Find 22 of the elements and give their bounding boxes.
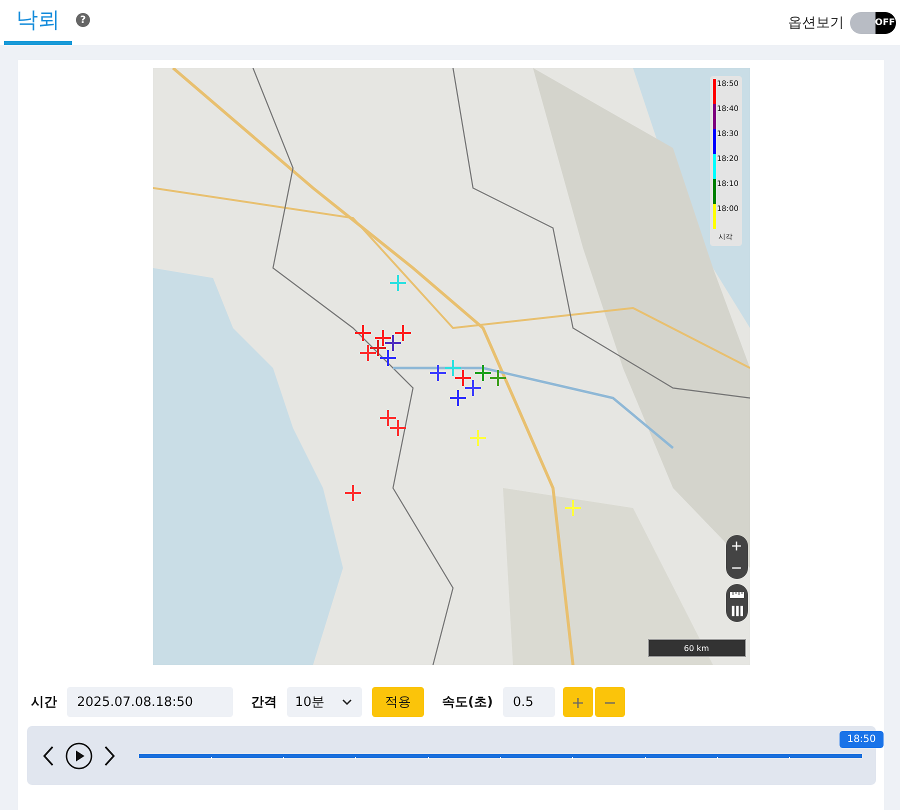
ruler-icon[interactable]: [728, 589, 744, 601]
play-icon[interactable]: [64, 742, 92, 770]
apply-button[interactable]: 적용: [372, 687, 424, 717]
speed-field[interactable]: 0.5: [502, 687, 555, 717]
timeline-slider[interactable]: [138, 754, 862, 758]
zoom-out-button[interactable]: −: [726, 557, 748, 579]
help-icon[interactable]: ?: [76, 13, 90, 27]
time-label: 시간: [31, 694, 57, 711]
scale-bar: 60 km: [648, 639, 746, 657]
zoom-in-button[interactable]: +: [726, 535, 748, 557]
time-field[interactable]: 2025.07.08.18:50: [67, 687, 233, 717]
option-toggle[interactable]: OFF: [850, 12, 896, 34]
chevron-down-icon: [342, 698, 352, 706]
speed-label: 속도(초): [442, 694, 493, 711]
speed-minus-button[interactable]: −: [594, 687, 625, 717]
option-toggle-label: 옵션보기: [788, 14, 844, 32]
time-tooltip: 18:50: [839, 730, 884, 748]
next-icon[interactable]: [102, 744, 116, 766]
speed-plus-button[interactable]: +: [562, 687, 593, 717]
previous-icon[interactable]: [40, 744, 54, 766]
interval-dropdown[interactable]: 10분: [287, 687, 362, 717]
interval-label: 간격: [251, 694, 277, 711]
